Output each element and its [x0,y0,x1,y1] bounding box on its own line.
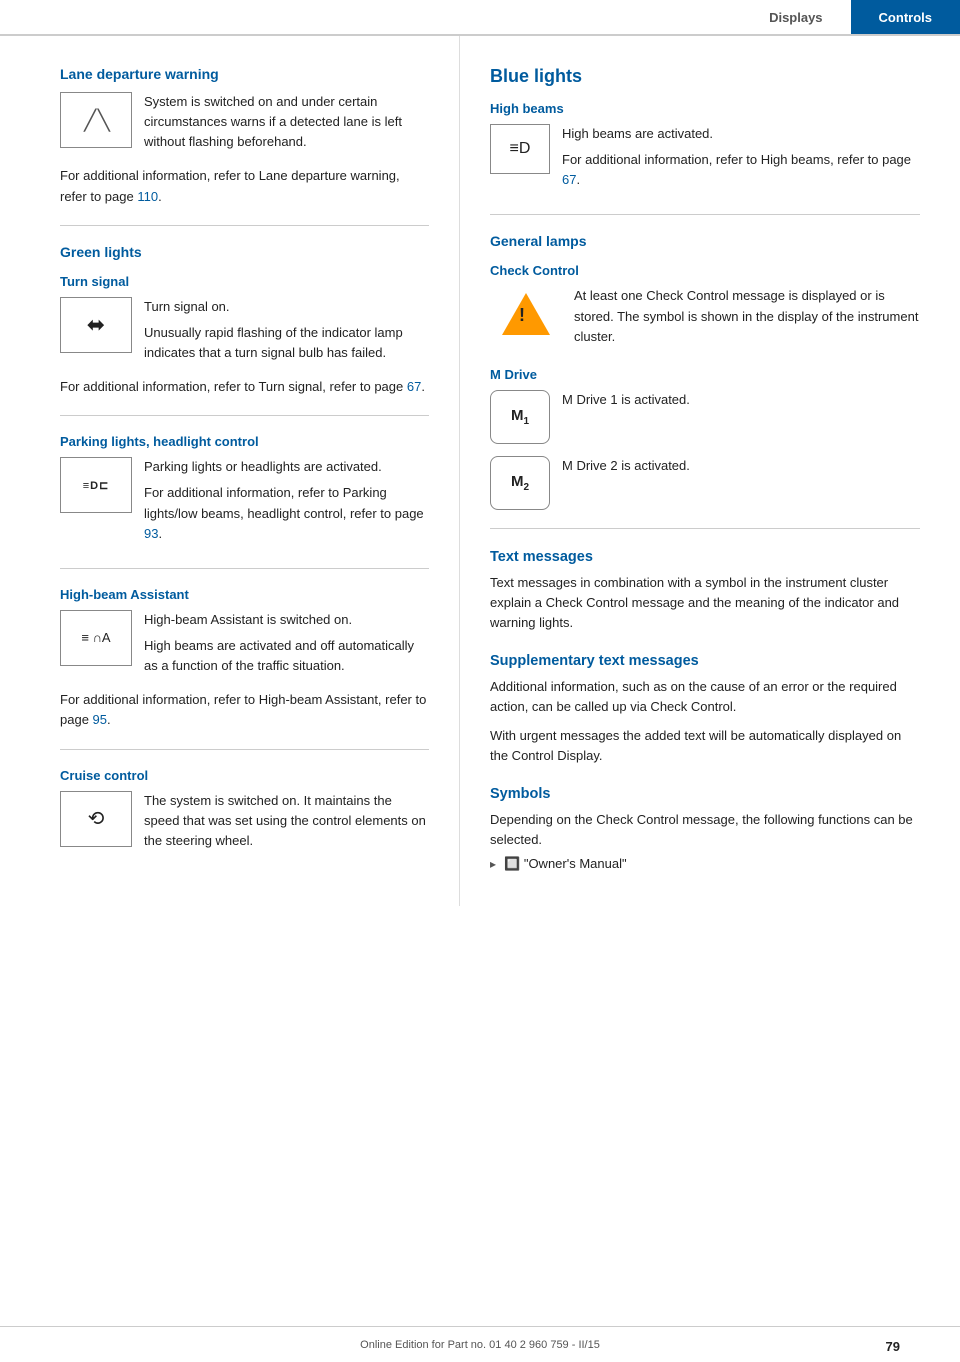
green-lights-heading: Green lights [60,244,429,260]
supplementary-line1: Additional information, such as on the c… [490,677,920,717]
lane-departure-heading: Lane departure warning [60,66,429,82]
turn-signal-heading: Turn signal [60,274,429,289]
page-header: Displays Controls [0,0,960,36]
divider-r2 [490,528,920,529]
symbols-heading: Symbols [490,786,920,802]
check-control-heading: Check Control [490,263,920,278]
divider-1 [60,225,429,226]
m-drive-1-text: M Drive 1 is activated. [562,390,690,416]
tab-controls-label: Controls [879,10,932,25]
highbeam-assistant-heading: High-beam Assistant [60,587,429,602]
turn-signal-icon: ⬌ [60,297,132,353]
list-item: ▸ 🔲 "Owner's Manual" [490,856,920,872]
parking-lights-block: ≡D⊏ Parking lights or headlights are act… [60,457,429,550]
divider-4 [60,749,429,750]
check-control-icon [490,286,562,342]
parking-lights-text: Parking lights or headlights are activat… [144,457,429,550]
highbeam-assistant-ref: For additional information, refer to Hig… [60,690,429,730]
m-drive-1-icon: M1 [490,390,550,444]
supplementary-text-messages-heading: Supplementary text messages [490,653,920,669]
left-column: Lane departure warning ╱ ╲ System is swi… [0,36,460,906]
turn-signal-ref: For additional information, refer to Tur… [60,377,429,397]
tab-displays-label: Displays [769,10,822,25]
highbeam-assistant-text: High-beam Assistant is switched on. High… [144,610,429,682]
page-number: 79 [886,1339,900,1354]
header-tabs: Displays Controls [741,0,960,34]
parking-lights-icon: ≡D⊏ [60,457,132,513]
high-beams-heading: High beams [490,101,920,116]
tab-displays[interactable]: Displays [741,0,850,34]
m-drive-2-text: M Drive 2 is activated. [562,456,690,482]
cruise-control-heading: Cruise control [60,768,429,783]
m-drive-heading: M Drive [490,367,920,382]
cruise-control-icon: ⟲ [60,791,132,847]
arrow-icon: ▸ [490,857,496,871]
lane-departure-text: System is switched on and under certain … [144,92,429,158]
text-messages-heading: Text messages [490,549,920,565]
divider-3 [60,568,429,569]
m-drive-1-block: M1 M Drive 1 is activated. [490,390,920,444]
parking-lights-heading: Parking lights, headlight control [60,434,429,449]
m-drive-2-icon: M2 [490,456,550,510]
symbols-description: Depending on the Check Control message, … [490,810,920,850]
highbeam-assistant-icon: ≡ ∩A [60,610,132,666]
high-beams-block: ≡D High beams are activated. For additio… [490,124,920,196]
lane-departure-icon: ╱ ╲ [60,92,132,148]
high-beams-icon: ≡D [490,124,550,174]
cruise-control-block: ⟲ The system is switched on. It maintain… [60,791,429,857]
divider-r1 [490,214,920,215]
high-beams-text: High beams are activated. For additional… [562,124,920,196]
footer-text: Online Edition for Part no. 01 40 2 960 … [360,1339,600,1351]
tab-controls[interactable]: Controls [851,0,960,34]
lane-departure-block: ╱ ╲ System is switched on and under cert… [60,92,429,158]
page-content: Lane departure warning ╱ ╲ System is swi… [0,36,960,906]
blue-lights-heading: Blue lights [490,66,920,87]
cruise-control-text: The system is switched on. It maintains … [144,791,429,857]
highbeam-assistant-block: ≡ ∩A High-beam Assistant is switched on.… [60,610,429,682]
right-column: Blue lights High beams ≡D High beams are… [460,36,960,906]
divider-2 [60,415,429,416]
lane-departure-ref: For additional information, refer to Lan… [60,166,429,206]
symbols-list: ▸ 🔲 "Owner's Manual" [490,856,920,872]
turn-signal-text: Turn signal on. Unusually rapid flashing… [144,297,429,369]
check-control-block: At least one Check Control message is di… [490,286,920,352]
general-lamps-heading: General lamps [490,233,920,249]
text-messages-description: Text messages in combination with a symb… [490,573,920,633]
turn-signal-block: ⬌ Turn signal on. Unusually rapid flashi… [60,297,429,369]
m-drive-2-block: M2 M Drive 2 is activated. [490,456,920,510]
check-control-text: At least one Check Control message is di… [574,286,920,352]
page-footer: Online Edition for Part no. 01 40 2 960 … [0,1326,960,1362]
supplementary-line2: With urgent messages the added text will… [490,726,920,766]
